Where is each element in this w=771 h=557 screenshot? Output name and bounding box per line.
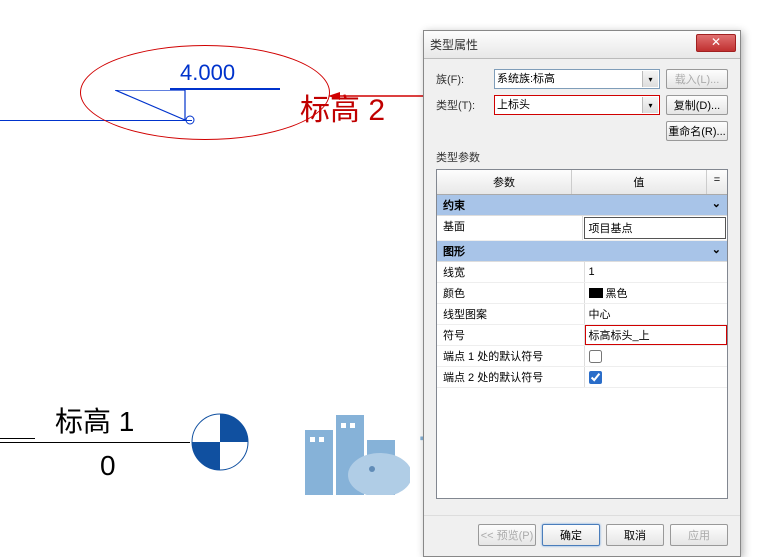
default1-checkbox[interactable] bbox=[589, 350, 602, 363]
chevron-down-icon: ▾ bbox=[642, 71, 658, 87]
type-value: 上标头 bbox=[497, 99, 530, 111]
type-select[interactable]: 上标头 ▾ bbox=[494, 95, 660, 115]
chevron-down-icon: ▾ bbox=[642, 97, 658, 113]
table-row: 线宽 1 bbox=[437, 262, 727, 283]
type-params-label: 类型参数 bbox=[436, 149, 728, 165]
table-row: 基面 项目基点 bbox=[437, 216, 727, 241]
param-symbol-value[interactable]: 标高标头_上 bbox=[585, 325, 728, 345]
load-button[interactable]: 载入(L)... bbox=[666, 69, 728, 89]
type-properties-dialog: 类型属性 ✕ 族(F): 系统族:标高 ▾ 载入(L)... 类型(T): 上标… bbox=[423, 30, 741, 557]
dialog-titlebar[interactable]: 类型属性 ✕ bbox=[424, 31, 740, 59]
duplicate-button[interactable]: 复制(D)... bbox=[666, 95, 728, 115]
param-linepattern-label: 线型图案 bbox=[437, 304, 585, 324]
level-1-line bbox=[0, 442, 190, 443]
type-label: 类型(T): bbox=[436, 97, 488, 113]
param-lineweight-label: 线宽 bbox=[437, 262, 585, 282]
param-default1-value[interactable] bbox=[585, 346, 728, 366]
param-color-label: 颜色 bbox=[437, 283, 585, 303]
drawing-canvas: 4.000 标高 2 标高 1 0 bbox=[0, 0, 420, 500]
table-row: 端点 2 处的默认符号 bbox=[437, 367, 727, 388]
collapse-icon: ⌄ bbox=[712, 197, 721, 213]
param-linepattern-value[interactable]: 中心 bbox=[585, 304, 728, 324]
group-graphics[interactable]: 图形⌄ bbox=[437, 241, 727, 262]
param-symbol-label: 符号 bbox=[437, 325, 585, 345]
group-constraint[interactable]: 约束⌄ bbox=[437, 195, 727, 216]
table-row: 线型图案 中心 bbox=[437, 304, 727, 325]
ok-button[interactable]: 确定 bbox=[542, 524, 600, 546]
header-param[interactable]: 参数 bbox=[437, 170, 572, 194]
level-1-value[interactable]: 0 bbox=[100, 450, 116, 482]
family-label: 族(F): bbox=[436, 71, 488, 87]
header-value[interactable]: 值 bbox=[572, 170, 707, 194]
params-empty-space bbox=[437, 388, 727, 498]
rename-button[interactable]: 重命名(R)... bbox=[666, 121, 728, 141]
apply-button[interactable]: 应用 bbox=[670, 524, 728, 546]
annotation-ellipse bbox=[80, 45, 330, 140]
table-row: 端点 1 处的默认符号 bbox=[437, 346, 727, 367]
dialog-title: 类型属性 bbox=[430, 36, 478, 53]
dialog-footer: << 预览(P) 确定 取消 应用 bbox=[424, 515, 740, 556]
level-1-label[interactable]: 标高 1 bbox=[55, 400, 134, 440]
param-base-value[interactable]: 项目基点 bbox=[584, 217, 727, 239]
color-swatch-icon bbox=[589, 288, 603, 298]
param-lineweight-value[interactable]: 1 bbox=[585, 262, 728, 282]
level-1-line-top bbox=[0, 438, 35, 439]
family-select[interactable]: 系统族:标高 ▾ bbox=[494, 69, 660, 89]
param-base-label: 基面 bbox=[437, 216, 583, 240]
preview-button[interactable]: << 预览(P) bbox=[478, 524, 536, 546]
param-color-value[interactable]: 黑色 bbox=[585, 283, 728, 303]
annotation-arrow bbox=[328, 90, 438, 98]
param-default2-value[interactable] bbox=[585, 367, 728, 387]
params-table-header: 参数 值 = bbox=[437, 170, 727, 195]
level-datum-symbol[interactable] bbox=[190, 412, 250, 472]
family-value: 系统族:标高 bbox=[497, 73, 555, 85]
table-row: 符号 标高标头_上 bbox=[437, 325, 727, 346]
table-row: 颜色 黑色 bbox=[437, 283, 727, 304]
header-eq[interactable]: = bbox=[707, 170, 727, 194]
param-default2-label: 端点 2 处的默认符号 bbox=[437, 367, 585, 387]
collapse-icon: ⌄ bbox=[712, 243, 721, 259]
close-button[interactable]: ✕ bbox=[696, 34, 736, 52]
params-table: 参数 值 = 约束⌄ 基面 项目基点 图形⌄ 线宽 1 颜色 黑色 线型图案 中… bbox=[436, 169, 728, 499]
param-default1-label: 端点 1 处的默认符号 bbox=[437, 346, 585, 366]
cancel-button[interactable]: 取消 bbox=[606, 524, 664, 546]
default2-checkbox[interactable] bbox=[589, 371, 602, 384]
